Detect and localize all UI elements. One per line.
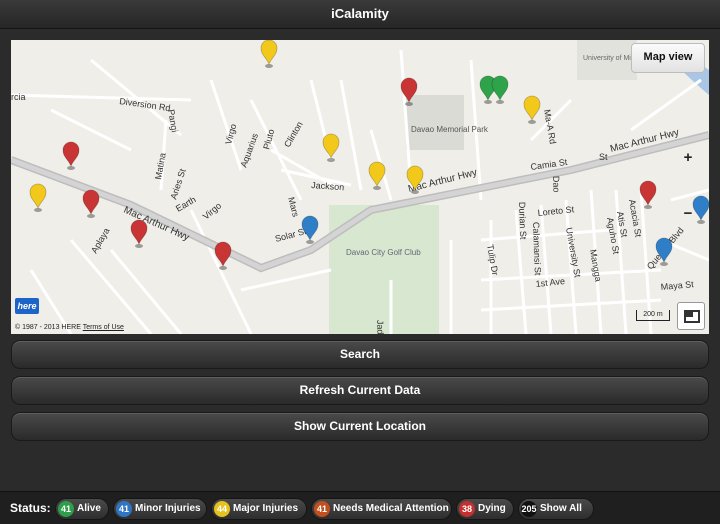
street-label-durian: Durian St <box>517 202 528 240</box>
street-label-golf: Davao City Golf Club <box>346 248 421 257</box>
status-chip-major-injuries[interactable]: 44 Major Injuries <box>211 498 307 520</box>
app-title: iCalamity <box>331 6 389 21</box>
search-button[interactable]: Search <box>11 340 709 369</box>
status-bar: Status: 41 Alive 41 Minor Injuries 44 Major… <box>0 491 720 524</box>
map-canvas[interactable]: rcia Diversion Rd Mac Arthur Hwy Mac Art… <box>11 40 709 334</box>
status-chip-show-all[interactable]: 205 Show All <box>518 498 594 520</box>
status-chip-needs-medical-attention[interactable]: 41 Needs Medical Attention <box>311 498 452 520</box>
status-count-badge: 205 <box>521 501 537 517</box>
title-bar: iCalamity <box>0 0 720 29</box>
status-count-badge: 38 <box>459 501 475 517</box>
map-view[interactable]: rcia Diversion Rd Mac Arthur Hwy Mac Art… <box>11 40 709 334</box>
street-label-st: St <box>599 152 608 162</box>
street-label-calamansi: Calamansi St <box>531 222 543 276</box>
zoom-in-button[interactable]: + <box>678 148 698 168</box>
refresh-data-button[interactable]: Refresh Current Data <box>11 376 709 405</box>
street-label-memorial: Davao Memorial Park <box>411 125 489 134</box>
map-view-button[interactable]: Map view <box>631 43 705 73</box>
status-count-badge: 44 <box>214 501 230 517</box>
status-chip-label: Minor Injuries <box>135 503 201 514</box>
status-chip-label: Dying <box>478 503 506 514</box>
memorial-park-area <box>406 95 464 150</box>
status-count-badge: 41 <box>116 501 132 517</box>
street-label-jade: Jade <box>375 320 386 334</box>
here-logo: here <box>15 298 39 314</box>
status-chip-label: Show All <box>540 503 582 514</box>
status-chip-label: Alive <box>77 503 101 514</box>
show-location-button[interactable]: Show Current Location <box>11 412 709 441</box>
status-chip-label: Major Injuries <box>233 503 299 514</box>
terms-link[interactable]: Terms of Use <box>83 324 124 331</box>
layers-button[interactable] <box>677 302 705 330</box>
zoom-out-button[interactable]: − <box>678 204 698 224</box>
status-count-badge: 41 <box>58 501 74 517</box>
street-label-rcia: rcia <box>11 92 26 102</box>
status-chip-label: Needs Medical Attention <box>333 503 449 514</box>
street-label-dao: Dao <box>551 176 562 193</box>
status-chip-alive[interactable]: 41 Alive <box>55 498 109 520</box>
status-label: Status: <box>10 501 51 515</box>
status-count-badge: 41 <box>314 501 330 517</box>
map-scale: 200 m <box>636 310 670 321</box>
map-copyright: © 1987 - 2013 HERE Terms of Use <box>15 324 124 331</box>
status-chip-minor-injuries[interactable]: 41 Minor Injuries <box>113 498 207 520</box>
copyright-text: © 1987 - 2013 HERE <box>15 324 81 331</box>
status-chip-dying[interactable]: 38 Dying <box>456 498 514 520</box>
